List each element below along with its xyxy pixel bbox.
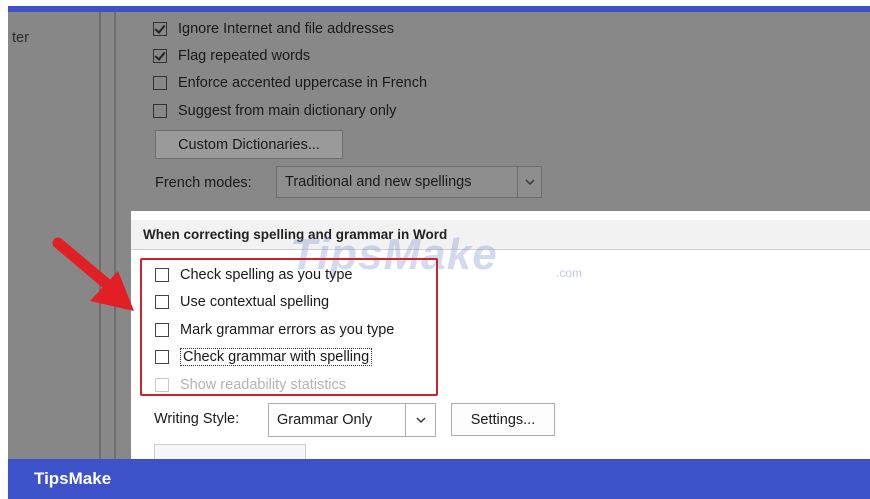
top-banner-strip bbox=[8, 6, 870, 12]
checkbox-checked-icon[interactable] bbox=[153, 22, 167, 36]
option-label: Suggest from main dictionary only bbox=[178, 103, 397, 119]
option-label: Flag repeated words bbox=[178, 48, 311, 64]
option-ignore-internet[interactable]: Ignore Internet and file addresses bbox=[153, 18, 394, 40]
writing-style-value: Grammar Only bbox=[277, 412, 373, 428]
footer-brand: TipsMake bbox=[8, 459, 870, 499]
chevron-down-icon[interactable] bbox=[517, 167, 541, 197]
option-label: Ignore Internet and file addresses bbox=[178, 21, 395, 37]
writing-style-dropdown[interactable]: Grammar Only bbox=[268, 403, 436, 437]
checkbox-icon[interactable] bbox=[153, 76, 167, 90]
french-modes-label: French modes: bbox=[155, 175, 252, 191]
settings-button[interactable]: Settings... bbox=[451, 403, 555, 436]
section-heading: When correcting spelling and grammar in … bbox=[131, 220, 870, 250]
checkbox-icon[interactable] bbox=[153, 104, 167, 118]
option-flag-repeated[interactable]: Flag repeated words bbox=[153, 45, 310, 67]
highlight-box bbox=[140, 258, 438, 396]
red-arrow-icon bbox=[52, 237, 134, 311]
option-enforce-accented[interactable]: Enforce accented uppercase in French bbox=[153, 72, 427, 94]
chevron-down-icon[interactable] bbox=[405, 404, 435, 436]
french-modes-value: Traditional and new spellings bbox=[285, 174, 472, 190]
french-modes-dropdown[interactable]: Traditional and new spellings bbox=[276, 166, 542, 198]
partial-button[interactable] bbox=[154, 444, 306, 459]
checkbox-checked-icon[interactable] bbox=[153, 49, 167, 63]
option-main-dictionary[interactable]: Suggest from main dictionary only bbox=[153, 100, 396, 122]
option-label: Enforce accented uppercase in French bbox=[178, 75, 428, 91]
sidebar-item-partial[interactable]: ter bbox=[12, 30, 29, 46]
writing-style-label: Writing Style: bbox=[154, 411, 240, 427]
watermark-suffix: .com bbox=[556, 266, 583, 280]
custom-dictionaries-button[interactable]: Custom Dictionaries... bbox=[155, 130, 343, 159]
